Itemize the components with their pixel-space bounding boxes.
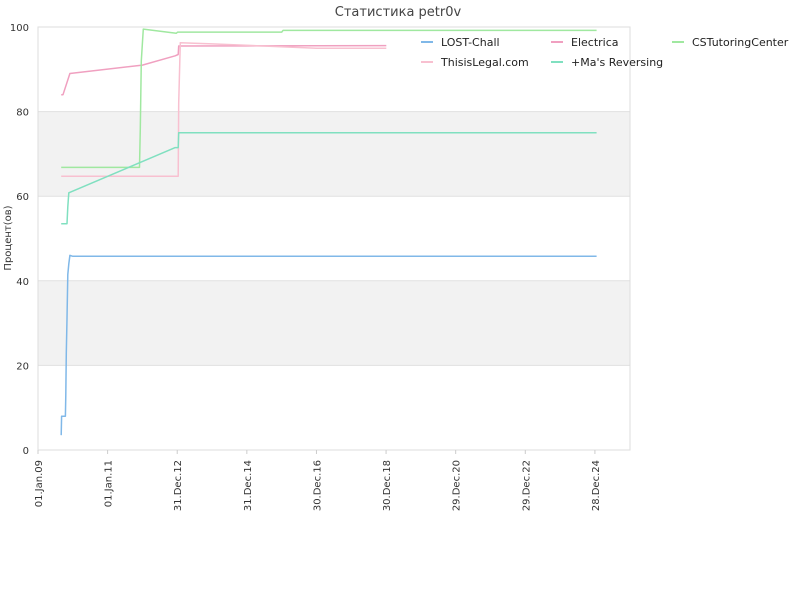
y-tick-label: 80 xyxy=(16,108,29,119)
grid-band xyxy=(38,365,630,450)
x-tick-label: 31.Dec.14 xyxy=(243,460,254,511)
legend-label: CSTutoringCenter xyxy=(692,36,789,49)
legend-label: Electrica xyxy=(571,36,619,49)
y-axis-label: Процент(ов) xyxy=(3,205,14,270)
y-tick-label: 100 xyxy=(10,23,29,34)
legend-label: +Ma's Reversing xyxy=(571,56,663,69)
x-tick-label: 28.Dec.24 xyxy=(591,460,602,511)
y-tick-label: 0 xyxy=(23,446,29,457)
y-tick-label: 40 xyxy=(16,277,29,288)
x-tick-label: 01.Jan.09 xyxy=(34,460,45,507)
x-tick-label: 30.Dec.16 xyxy=(312,460,323,511)
grid-band xyxy=(38,196,630,281)
x-axis-ticks: 01.Jan.09 01.Jan.11 31.Dec.12 31.Dec.14 30.D… xyxy=(34,450,602,511)
x-tick-label: 01.Jan.11 xyxy=(104,460,115,507)
x-tick-label: 29.Dec.20 xyxy=(452,460,463,511)
x-tick-label: 29.Dec.22 xyxy=(521,460,532,511)
chart-title: Статистика petr0v xyxy=(335,5,462,20)
x-tick-label: 31.Dec.12 xyxy=(173,460,184,511)
grid-band xyxy=(38,27,630,112)
grid-band xyxy=(38,111,630,197)
grid-bands xyxy=(38,27,630,450)
grid-band xyxy=(38,280,630,366)
y-tick-label: 20 xyxy=(16,361,29,372)
statistics-chart: Статистика petr0v Процент(ов) 0 20 40 60 80 1… xyxy=(3,5,789,511)
legend-label: ThisisLegal.com xyxy=(440,56,529,69)
x-tick-label: 30.Dec.18 xyxy=(382,460,393,511)
y-tick-label: 60 xyxy=(16,192,29,203)
legend-label: LOST-Chall xyxy=(441,36,500,49)
